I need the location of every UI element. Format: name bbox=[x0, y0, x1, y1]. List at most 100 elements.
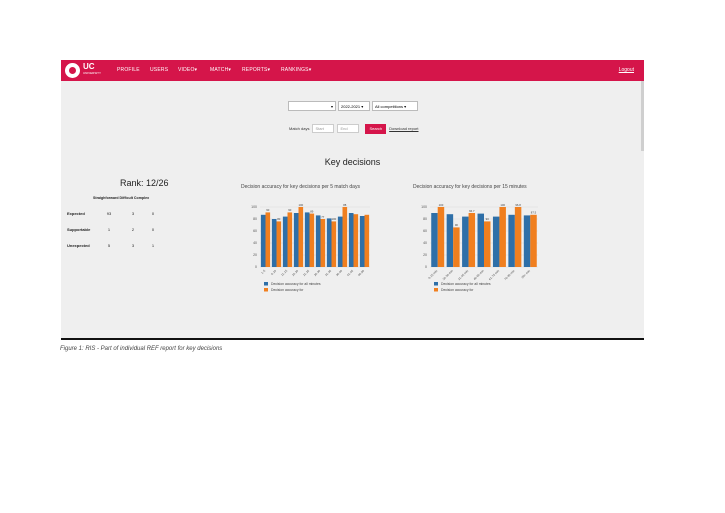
referee-select[interactable]: ▾ bbox=[288, 101, 336, 111]
x-tick-label: 11-15 bbox=[280, 269, 288, 277]
chart-title-match-days: Decision accuracy for key decisions per … bbox=[241, 184, 360, 190]
bar-all-minutes bbox=[304, 212, 310, 267]
bar-all-minutes bbox=[326, 218, 332, 267]
x-tick-label: 6-10 bbox=[270, 269, 277, 276]
rank-text: Rank: 12/26 bbox=[120, 178, 169, 188]
chart-match-days: 0204060801001-5 6-10 11-15 16-20 21-25 26-30 3… bbox=[251, 203, 370, 292]
x-tick-label: 0-15 min bbox=[427, 269, 438, 280]
nav-match[interactable]: MATCH▾ bbox=[210, 67, 231, 73]
bar-all-minutes bbox=[431, 213, 438, 267]
legend-swatch bbox=[434, 282, 438, 286]
bar-key bbox=[453, 227, 460, 267]
table-cell: 1 bbox=[107, 227, 111, 232]
nav-profile[interactable]: PROFILE bbox=[117, 67, 140, 73]
x-tick-label: 26-30 bbox=[313, 269, 321, 277]
bar-key bbox=[276, 221, 282, 267]
nav-reports[interactable]: REPORTS▾ bbox=[242, 67, 270, 73]
data-label: 96.8 bbox=[515, 203, 521, 207]
bar-all-minutes bbox=[477, 213, 484, 267]
data-label: 88 bbox=[343, 203, 347, 207]
app-window: UC UNIVERSITY PROFILE USERS VIDEO▾ MATCH… bbox=[61, 60, 644, 340]
bar-key bbox=[364, 214, 370, 267]
bar-key bbox=[499, 207, 506, 267]
bar-key bbox=[342, 207, 348, 267]
data-label: 100 bbox=[331, 217, 336, 221]
bar-all-minutes bbox=[492, 216, 500, 267]
bar-key bbox=[320, 219, 326, 267]
x-tick-label: 31-45 min bbox=[457, 269, 469, 281]
table-cell: 0 bbox=[151, 211, 155, 216]
row-label-unexpected: Unexpected bbox=[67, 243, 90, 248]
x-tick-label: 1-5 bbox=[260, 269, 266, 275]
bar-all-minutes bbox=[359, 216, 365, 267]
legend-swatch bbox=[264, 282, 268, 286]
end-date-input[interactable]: End bbox=[337, 124, 360, 133]
figure-caption: Figure 1: RIS - Part of individual REF r… bbox=[60, 346, 223, 352]
data-label: 90 bbox=[266, 208, 270, 212]
x-tick-label: 16-20 bbox=[291, 269, 299, 277]
data-label: 90 bbox=[455, 223, 459, 227]
y-tick-label: 80 bbox=[253, 217, 257, 221]
search-button[interactable]: Search bbox=[365, 123, 387, 134]
table-cell: 0 bbox=[151, 227, 155, 232]
bar-key bbox=[530, 214, 537, 267]
table-cell: 93 bbox=[106, 211, 112, 216]
data-label: 66.7 bbox=[469, 209, 475, 213]
data-label: 100 bbox=[439, 203, 444, 207]
table-cell: 2 bbox=[131, 227, 135, 232]
bar-key bbox=[514, 207, 522, 267]
bar-all-minutes bbox=[271, 219, 277, 267]
nav-rankings[interactable]: RANKINGS▾ bbox=[281, 67, 311, 73]
y-tick-label: 60 bbox=[253, 229, 257, 233]
university-logo-icon[interactable] bbox=[65, 63, 80, 78]
legend-swatch bbox=[434, 288, 438, 292]
bar-all-minutes bbox=[293, 213, 299, 267]
chevron-down-icon: ▾ bbox=[330, 103, 333, 109]
data-label: 100 bbox=[500, 203, 505, 207]
download-report-link[interactable]: Download report bbox=[389, 126, 418, 131]
bar-all-minutes bbox=[446, 214, 454, 267]
data-label: 77 bbox=[321, 215, 325, 219]
bar-all-minutes bbox=[337, 216, 343, 267]
bar-all-minutes bbox=[260, 214, 266, 267]
nav-video[interactable]: VIDEO▾ bbox=[178, 67, 197, 73]
data-label: 89 bbox=[310, 209, 314, 213]
x-tick-label: 76-90 min bbox=[503, 269, 515, 281]
bar-all-minutes bbox=[462, 216, 469, 267]
table-cell: 3 bbox=[131, 211, 135, 216]
nav-users[interactable]: USERS bbox=[150, 67, 168, 73]
y-tick-label: 40 bbox=[253, 241, 257, 245]
chart-15-minutes: 0 20 40 60 80 100 0-15 min 16-30 min 31-45 min 46… bbox=[421, 203, 538, 292]
bar-key bbox=[353, 214, 359, 267]
x-tick-label: 21-25 bbox=[302, 269, 310, 277]
y-tick-label: 80 bbox=[423, 217, 427, 221]
y-tick-label: 20 bbox=[423, 253, 427, 257]
data-label: 80 bbox=[277, 217, 281, 221]
y-tick-label: 100 bbox=[251, 205, 257, 209]
x-tick-label: 61-75 min bbox=[488, 269, 500, 281]
bar-all-minutes bbox=[348, 213, 354, 267]
competition-select[interactable]: All competitions ▾ bbox=[372, 101, 418, 111]
logout-link[interactable]: Logout bbox=[619, 67, 634, 73]
bar-key bbox=[287, 212, 293, 267]
top-navbar: UC UNIVERSITY PROFILE USERS VIDEO▾ MATCH… bbox=[61, 60, 644, 81]
match-days-label: Match days bbox=[289, 126, 310, 131]
table-cell: 1 bbox=[151, 243, 155, 248]
legend-label: Decision accuracy for bbox=[441, 288, 474, 292]
row-label-supportable: Supportable bbox=[67, 227, 91, 232]
y-tick-label: 40 bbox=[423, 241, 427, 245]
data-label: 100 bbox=[298, 203, 303, 207]
brand-subtext: UNIVERSITY bbox=[83, 71, 102, 75]
season-select[interactable]: 2022-2021 ▾ bbox=[338, 101, 370, 111]
legend-label: Decision accuracy for all minutes bbox=[441, 282, 491, 286]
y-tick-label: 20 bbox=[253, 253, 257, 257]
y-tick-label: 0 bbox=[425, 265, 427, 269]
x-tick-label: 46-50 bbox=[357, 269, 365, 277]
start-date-input[interactable]: Start bbox=[312, 124, 335, 133]
table-cell: 3 bbox=[131, 243, 135, 248]
scrollbar[interactable] bbox=[641, 81, 644, 151]
x-tick-label: 36-40 bbox=[335, 269, 343, 277]
bar-all-minutes bbox=[508, 214, 515, 267]
bar-key bbox=[468, 213, 476, 267]
bar-key bbox=[265, 212, 271, 267]
